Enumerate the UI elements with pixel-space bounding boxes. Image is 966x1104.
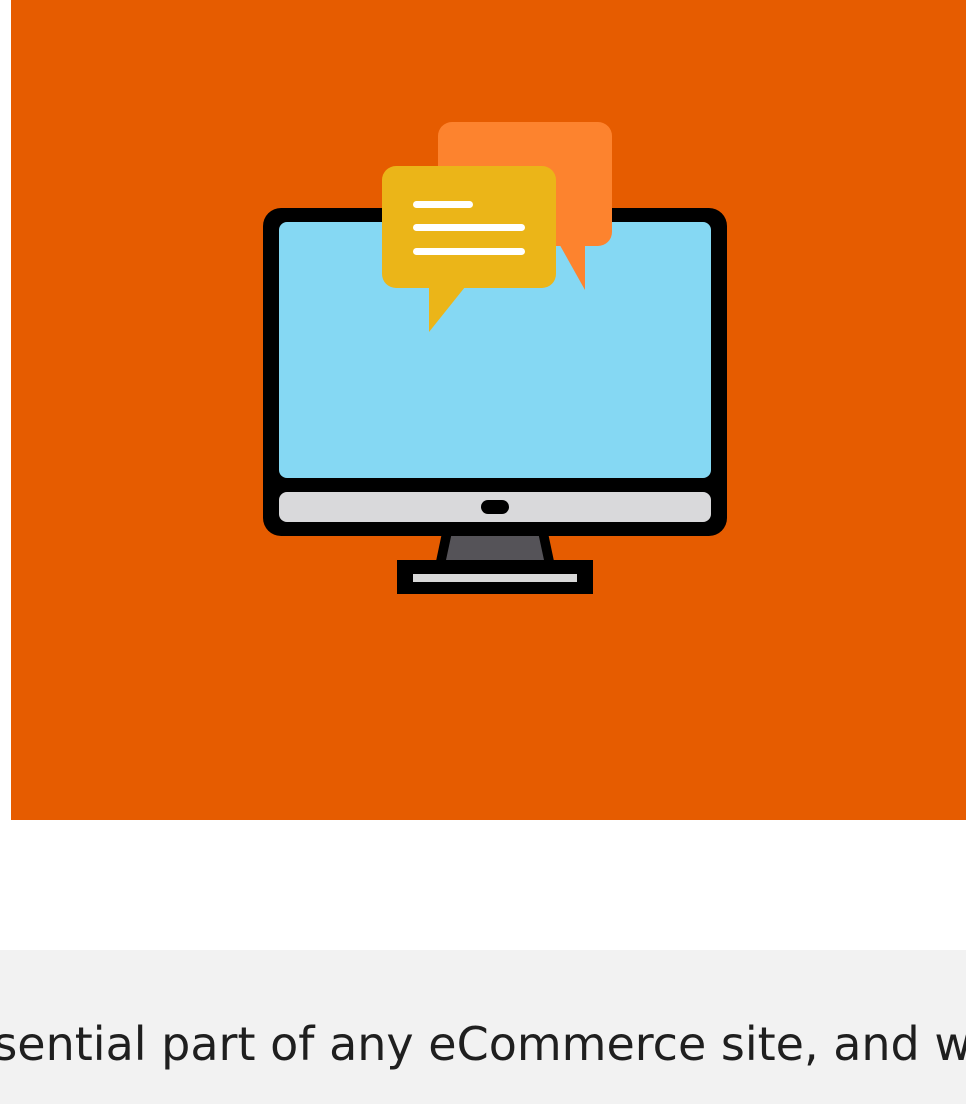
article-excerpt: essential part of any eCommerce site, an… bbox=[0, 1017, 966, 1071]
monitor-neck-fill bbox=[446, 532, 544, 560]
bubble-text-line-1 bbox=[413, 201, 473, 208]
desktop-chat-illustration bbox=[263, 122, 727, 594]
monitor-base-highlight bbox=[413, 574, 577, 582]
hero-image bbox=[11, 0, 966, 820]
bubble-text-line-2 bbox=[413, 224, 525, 231]
bubble-text-line-3 bbox=[413, 248, 525, 255]
article-excerpt-panel: essential part of any eCommerce site, an… bbox=[0, 950, 966, 1104]
monitor-power-button bbox=[481, 500, 509, 514]
